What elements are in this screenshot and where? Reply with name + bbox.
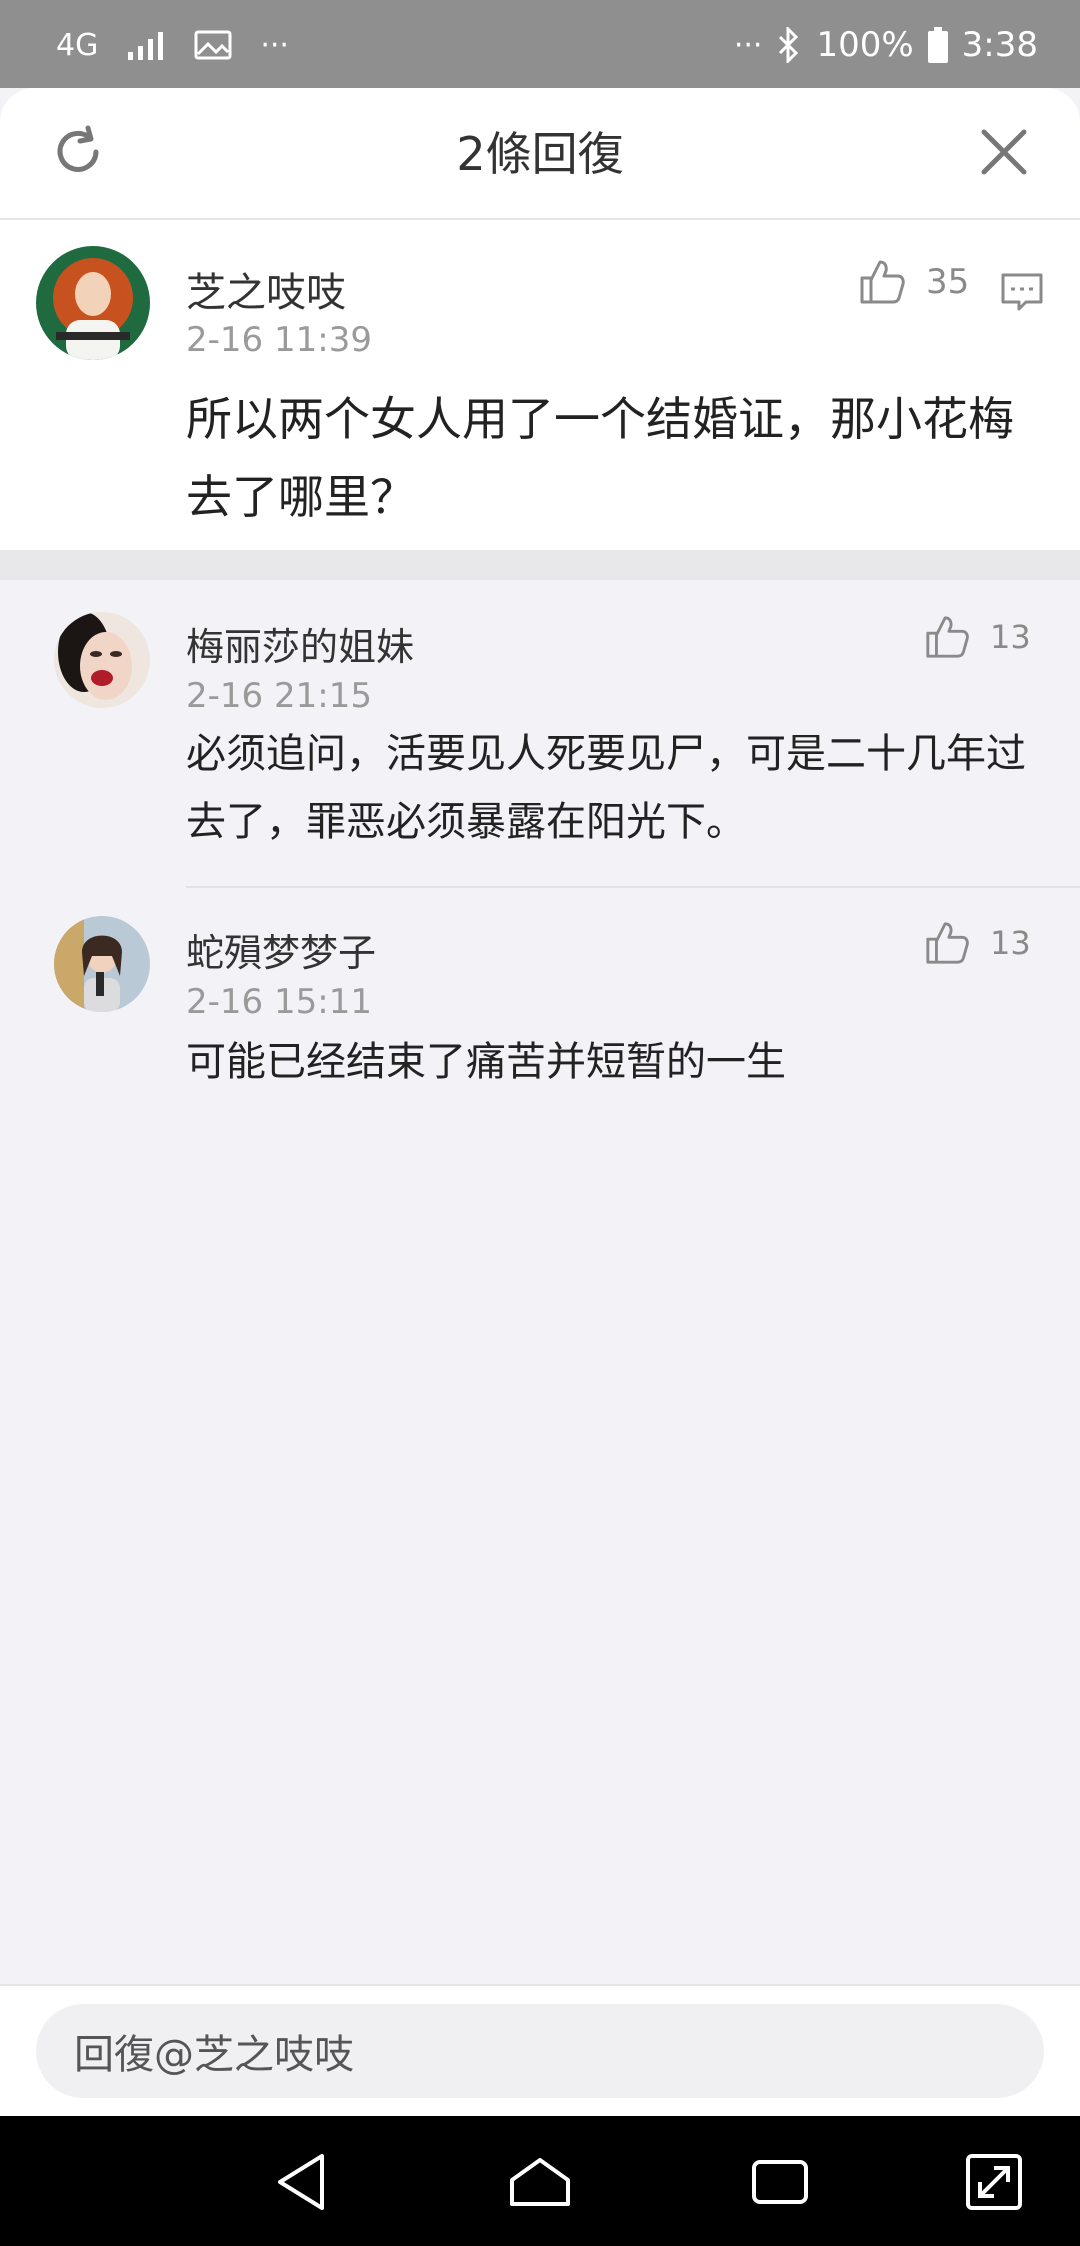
comment-author[interactable]: 芝之吱吱 (186, 260, 346, 318)
like-button[interactable]: 13 (924, 920, 1031, 966)
home-icon[interactable] (508, 2150, 572, 2214)
navigation-bar (0, 2116, 1080, 2246)
recents-icon[interactable] (748, 2150, 812, 2214)
replies-sheet: 2條回復 芝之吱吱 2-16 11:39 35 所以两个女人用了一个结婚证，那小… (0, 88, 1080, 2116)
like-button[interactable]: 35 (858, 258, 969, 306)
reply-time: 2-16 21:15 (186, 676, 372, 716)
back-icon[interactable] (272, 2150, 336, 2214)
thumbs-up-icon (860, 260, 905, 304)
thumbs-up-icon (926, 922, 969, 964)
like-count: 35 (926, 262, 970, 302)
sheet-header: 2條回復 (0, 88, 1080, 220)
image-icon (194, 30, 232, 60)
avatar-illustration (54, 916, 150, 1012)
avatar-illustration (54, 612, 150, 708)
like-button[interactable]: 13 (924, 614, 1031, 660)
reply-author[interactable]: 蛇殞梦梦子 (186, 922, 376, 977)
reply-author[interactable]: 梅丽莎的姐妹 (186, 616, 414, 671)
more-notifications: ··· (260, 27, 289, 63)
like-count: 13 (990, 618, 1031, 656)
clock: 3:38 (961, 25, 1038, 65)
battery-percent: 100% (816, 25, 914, 65)
status-bar: 4G ··· ··· 100% 3:38 (0, 0, 1080, 88)
network-type: 4G (56, 27, 99, 63)
thumbs-up-icon (926, 616, 969, 658)
comment-content: 所以两个女人用了一个结婚证，那小花梅去了哪里？ (186, 392, 1014, 524)
comment-icon[interactable] (1000, 272, 1044, 312)
reply-content: 必须追问，活要见人死要见尸，可是二十几年过去了，罪恶必须暴露在阳光下。 (186, 731, 1026, 845)
close-icon[interactable] (978, 126, 1030, 178)
avatar[interactable] (36, 246, 150, 360)
avatar-illustration (36, 246, 150, 360)
more-status: ··· (733, 27, 763, 63)
reply-content: 可能已经结束了痛苦并短暂的一生 (186, 1039, 786, 1085)
avatar[interactable] (54, 916, 150, 1012)
fullscreen-icon[interactable] (962, 2150, 1026, 2214)
avatar[interactable] (54, 612, 150, 708)
bluetooth-icon (779, 27, 799, 63)
section-divider (0, 550, 1080, 580)
comment-time: 2-16 11:39 (186, 320, 372, 360)
reply-item: 梅丽莎的姐妹 2-16 21:15 13 必须追问，活要见人死要见尸，可是二十几… (0, 580, 1080, 880)
main-comment: 芝之吱吱 2-16 11:39 35 所以两个女人用了一个结婚证，那小花梅去了哪… (0, 220, 1080, 550)
reply-item: 蛇殞梦梦子 2-16 15:11 13 可能已经结束了痛苦并短暂的一生 (0, 888, 1080, 1108)
like-count: 13 (990, 924, 1031, 962)
page-title: 2條回復 (456, 127, 624, 181)
reply-bar: 回復@芝之吱吱 (0, 1984, 1080, 2116)
reply-time: 2-16 15:11 (186, 982, 372, 1022)
signal-icon (128, 32, 164, 60)
battery-icon (927, 27, 948, 63)
reply-input[interactable]: 回復@芝之吱吱 (36, 2004, 1044, 2098)
